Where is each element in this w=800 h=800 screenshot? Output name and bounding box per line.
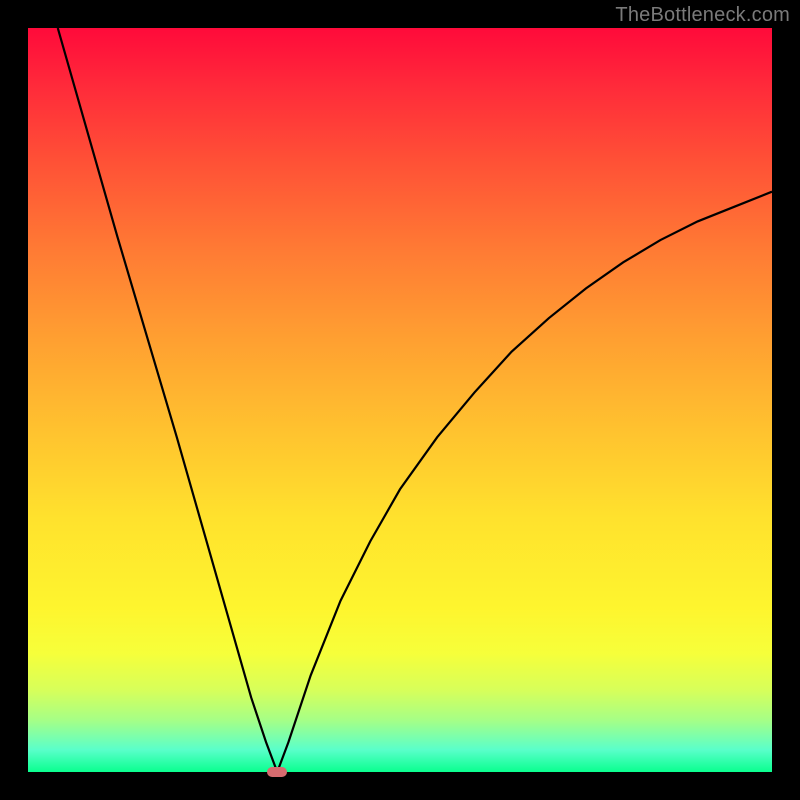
chart-frame: TheBottleneck.com	[0, 0, 800, 800]
plot-area	[28, 28, 772, 772]
watermark-text: TheBottleneck.com	[615, 4, 790, 27]
bottleneck-curve	[28, 28, 772, 772]
minimum-marker	[267, 767, 287, 777]
